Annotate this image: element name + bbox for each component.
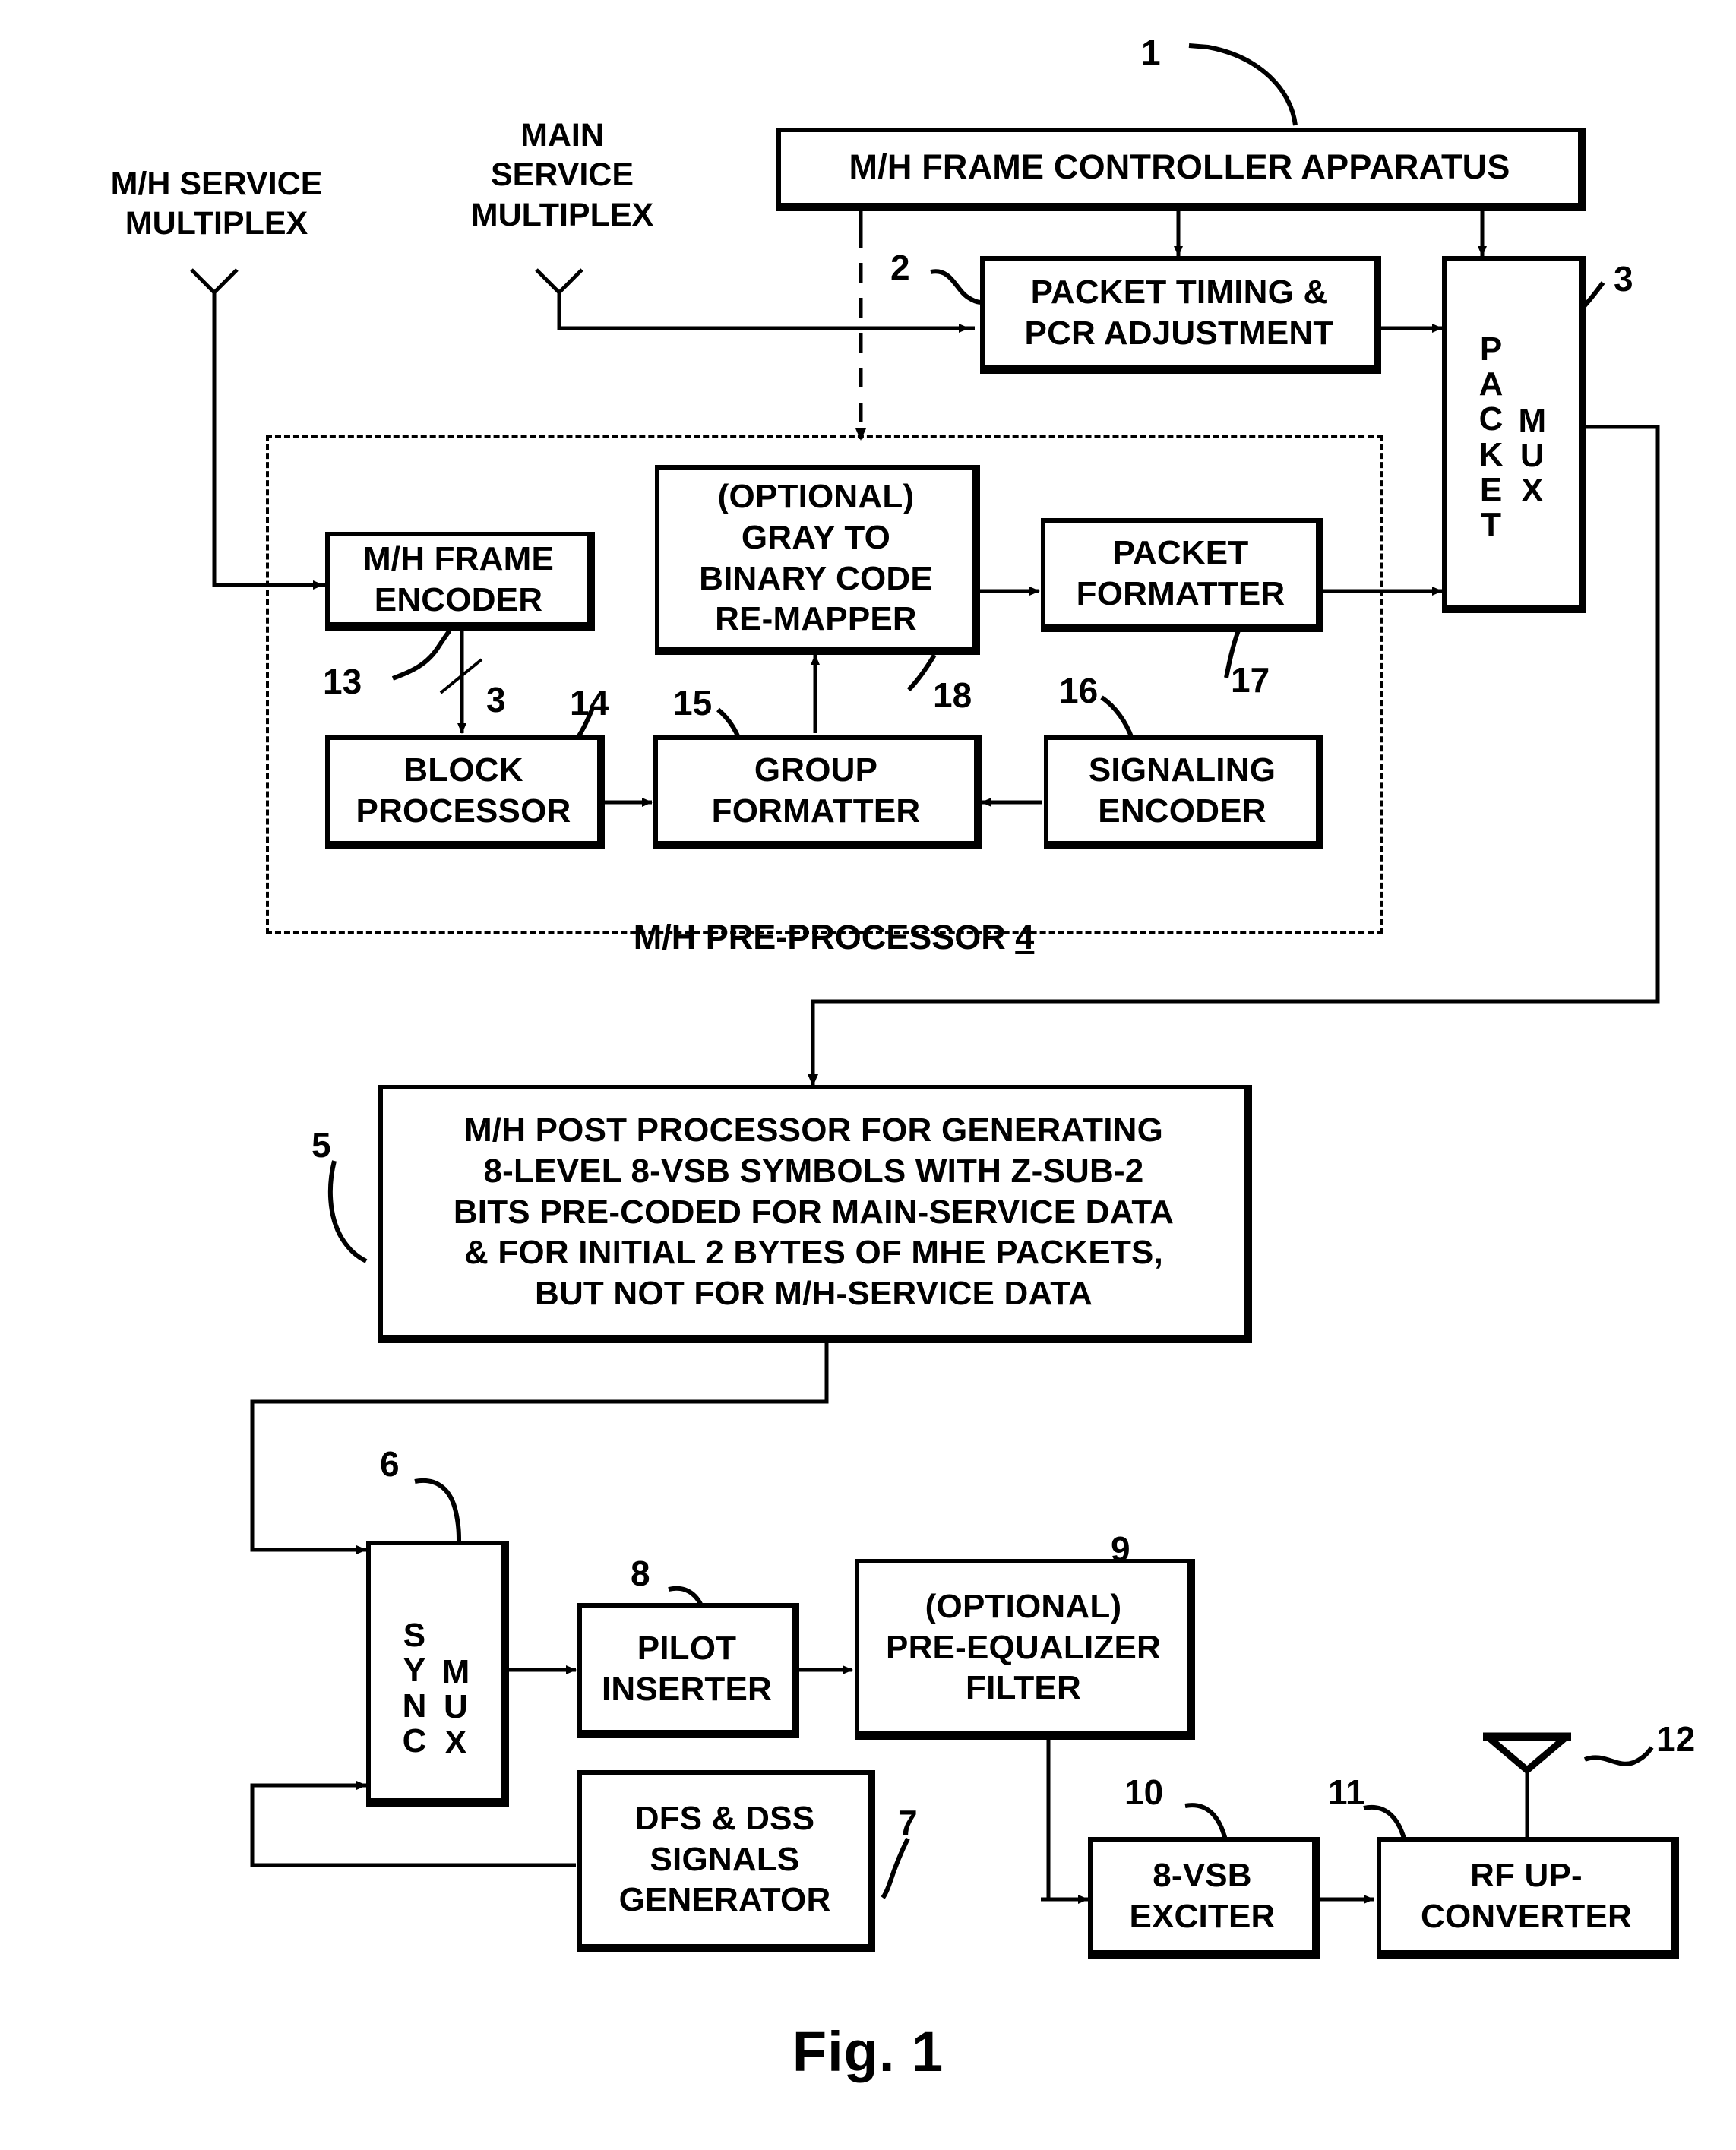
ref-8: 8 [631, 1554, 650, 1593]
ref-18: 18 [933, 675, 972, 715]
sync-mux-label-sync: SYNC [402, 1617, 427, 1760]
packet-mux[interactable]: PACKET MUX [1442, 256, 1586, 613]
mh-frame-controller-label: M/H FRAME CONTROLLER APPARATUS [849, 147, 1510, 187]
figure-caption: Fig. 1 [792, 2020, 944, 2083]
ref-15: 15 [673, 683, 713, 722]
packet-mux-label-packet: PACKET [1478, 330, 1504, 543]
mh-pre-processor-label: M/H PRE-PROCESSOR 4 [266, 875, 1383, 959]
ref-17: 17 [1231, 660, 1270, 700]
gray-remapper-label: (OPTIONAL) GRAY TO BINARY CODE RE-MAPPER [699, 478, 933, 638]
packet-timing-pcr-adjustment[interactable]: PACKET TIMING & PCR ADJUSTMENT [980, 256, 1381, 374]
mh-frame-encoder[interactable]: M/H FRAME ENCODER [325, 532, 595, 631]
ref-10: 10 [1124, 1772, 1164, 1812]
signaling-encoder[interactable]: SIGNALING ENCODER [1044, 735, 1323, 849]
pilot-inserter-label: PILOT INSERTER [601, 1629, 773, 1708]
mh-post-processor[interactable]: M/H POST PROCESSOR FOR GENERATING 8-LEVE… [378, 1085, 1252, 1343]
packet-formatter-label: PACKET FORMATTER [1076, 533, 1285, 612]
gray-to-binary-code-re-mapper[interactable]: (OPTIONAL) GRAY TO BINARY CODE RE-MAPPER [655, 465, 980, 655]
vsb-exciter-label: 8-VSB EXCITER [1129, 1856, 1276, 1935]
ref-14: 14 [570, 683, 609, 722]
vsb-exciter[interactable]: 8-VSB EXCITER [1088, 1837, 1320, 1959]
dfs-dss-label: DFS & DSS SIGNALS GENERATOR [618, 1799, 831, 1919]
ref-11: 11 [1328, 1772, 1365, 1812]
mh-post-processor-label: M/H POST PROCESSOR FOR GENERATING 8-LEVE… [453, 1111, 1175, 1312]
packet-formatter[interactable]: PACKET FORMATTER [1041, 518, 1323, 632]
packet-mux-label-mux: MUX [1518, 401, 1547, 510]
rf-up-converter[interactable]: RF UP- CONVERTER [1377, 1837, 1679, 1959]
ref-9: 9 [1111, 1529, 1130, 1569]
mh-frame-controller-apparatus[interactable]: M/H FRAME CONTROLLER APPARATUS [776, 128, 1586, 211]
ref-2: 2 [890, 248, 910, 287]
rf-up-converter-label: RF UP- CONVERTER [1420, 1856, 1633, 1935]
mh-frame-encoder-label: M/H FRAME ENCODER [362, 539, 555, 618]
packet-timing-label: PACKET TIMING & PCR ADJUSTMENT [1024, 273, 1334, 352]
sync-mux-label-mux: MUX [441, 1653, 470, 1761]
block-processor-label: BLOCK PROCESSOR [356, 751, 571, 830]
pilot-inserter[interactable]: PILOT INSERTER [577, 1603, 799, 1738]
ref-3-bus-width: 3 [486, 680, 506, 719]
ref-5: 5 [311, 1125, 331, 1165]
ref-12-antenna: 12 [1656, 1719, 1696, 1759]
sync-mux[interactable]: SYNC MUX [366, 1541, 509, 1807]
mh-pre-processor-ref: 4 [1015, 917, 1035, 956]
pre-equalizer-label: (OPTIONAL) PRE-EQUALIZER FILTER [886, 1587, 1161, 1707]
group-formatter-label: GROUP FORMATTER [711, 751, 921, 830]
main-service-multiplex-label: MAIN SERVICE MULTIPLEX [470, 117, 654, 233]
signaling-encoder-label: SIGNALING ENCODER [1088, 751, 1276, 830]
ref-7: 7 [898, 1803, 918, 1842]
mh-service-multiplex-label: M/H SERVICE MULTIPLEX [110, 166, 323, 242]
ref-6: 6 [380, 1444, 400, 1484]
block-processor[interactable]: BLOCK PROCESSOR [325, 735, 605, 849]
pre-equalizer-filter[interactable]: (OPTIONAL) PRE-EQUALIZER FILTER [855, 1559, 1195, 1740]
ref-1: 1 [1141, 33, 1161, 72]
ref-13: 13 [323, 662, 362, 701]
mh-pre-processor-text: M/H PRE-PROCESSOR [633, 917, 1016, 956]
group-formatter[interactable]: GROUP FORMATTER [653, 735, 982, 849]
ref-16: 16 [1059, 671, 1099, 710]
ref-3-packet-mux: 3 [1614, 259, 1633, 299]
dfs-dss-signals-generator[interactable]: DFS & DSS SIGNALS GENERATOR [577, 1770, 875, 1952]
